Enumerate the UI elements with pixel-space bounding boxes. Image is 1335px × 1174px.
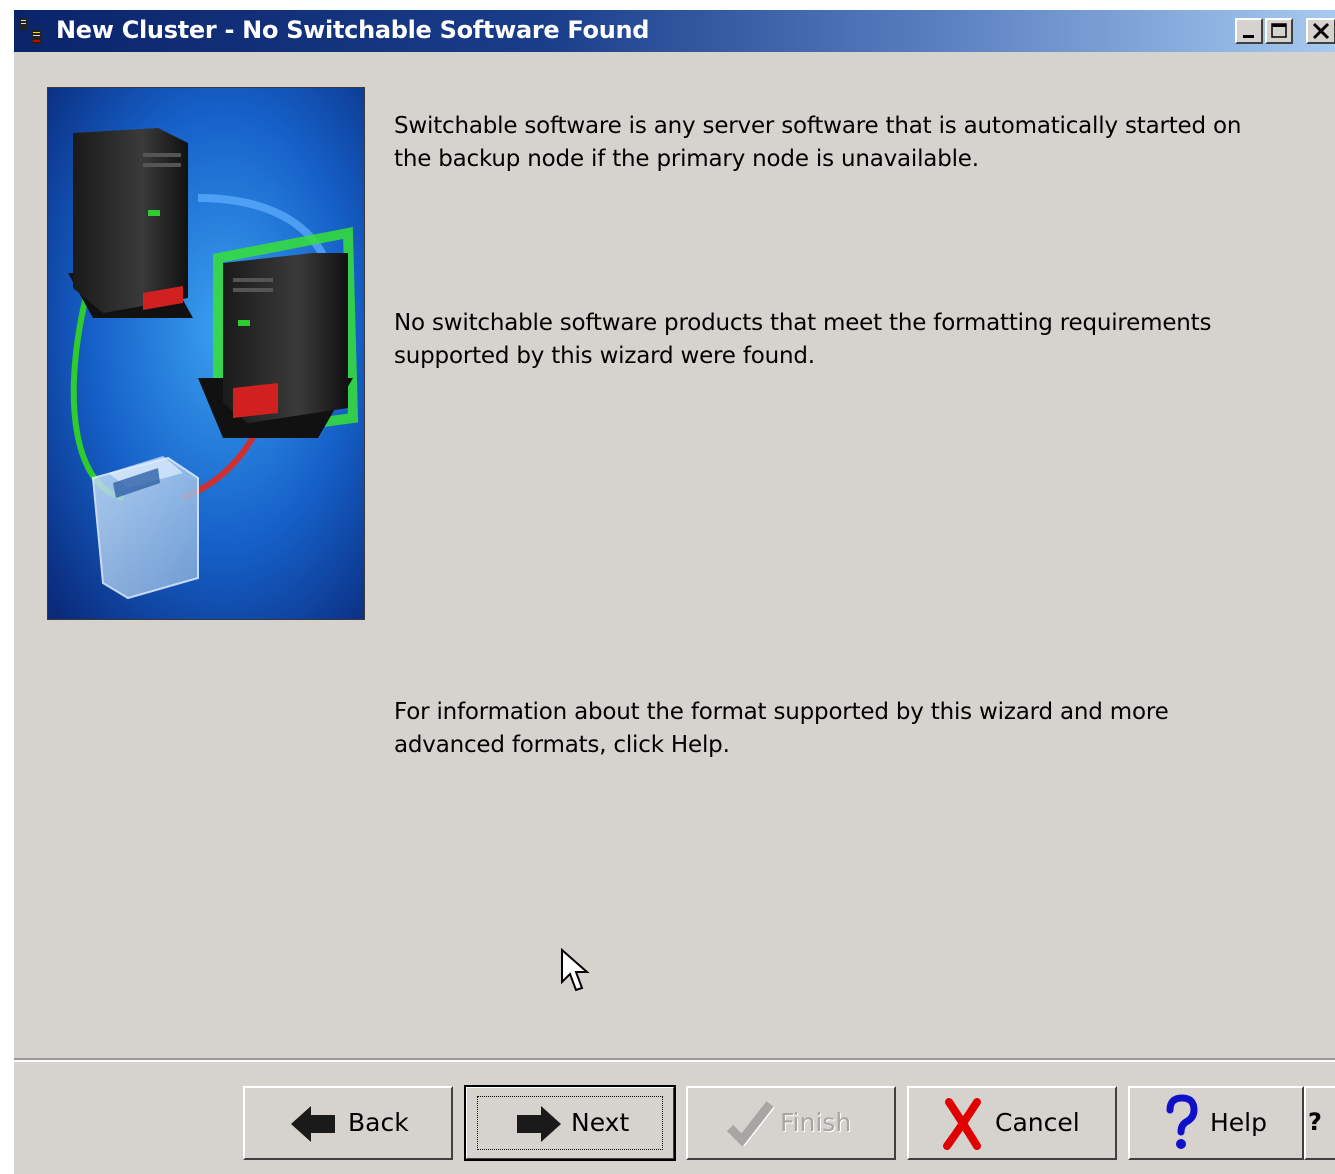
maximize-icon bbox=[1271, 23, 1287, 38]
help-button[interactable]: Help bbox=[1128, 1086, 1304, 1160]
title-bar[interactable]: New Cluster - No Switchable Software Fou… bbox=[14, 10, 1335, 52]
finish-button[interactable]: Finish bbox=[686, 1086, 896, 1160]
next-button[interactable]: Next bbox=[464, 1085, 676, 1161]
app-icon bbox=[20, 18, 41, 44]
question-mark-icon bbox=[1166, 1094, 1198, 1149]
button-separator bbox=[14, 1058, 1335, 1062]
wizard-illustration bbox=[47, 87, 365, 620]
minimize-button[interactable] bbox=[1235, 18, 1263, 44]
wizard-window: New Cluster - No Switchable Software Fou… bbox=[12, 8, 1335, 1174]
checkmark-icon bbox=[726, 1101, 774, 1146]
help-info-text: For information about the format support… bbox=[394, 699, 1169, 758]
whats-this-button[interactable]: ? bbox=[1304, 1086, 1335, 1160]
maximize-button[interactable] bbox=[1265, 18, 1293, 44]
back-button[interactable]: Back bbox=[243, 1086, 453, 1160]
help-label: Help bbox=[1210, 1108, 1267, 1137]
close-button[interactable] bbox=[1306, 18, 1335, 44]
intro-text: Switchable software is any server softwa… bbox=[394, 113, 1242, 172]
right-arrow-icon bbox=[517, 1106, 561, 1142]
left-arrow-icon bbox=[291, 1106, 335, 1142]
focus-indicator bbox=[477, 1096, 663, 1150]
cancel-x-icon bbox=[943, 1098, 981, 1150]
cancel-label: Cancel bbox=[995, 1108, 1080, 1137]
window-title: New Cluster - No Switchable Software Fou… bbox=[56, 16, 650, 44]
mouse-pointer-icon bbox=[561, 948, 590, 992]
whats-this-label: ? bbox=[1308, 1108, 1322, 1136]
close-icon bbox=[1312, 22, 1330, 40]
back-label: Back bbox=[348, 1108, 409, 1137]
finish-label: Finish bbox=[780, 1108, 852, 1137]
next-label: Next bbox=[571, 1108, 630, 1137]
not-found-text: No switchable software products that mee… bbox=[394, 310, 1212, 369]
cancel-button[interactable]: Cancel bbox=[907, 1086, 1117, 1160]
minimize-icon bbox=[1243, 35, 1254, 38]
